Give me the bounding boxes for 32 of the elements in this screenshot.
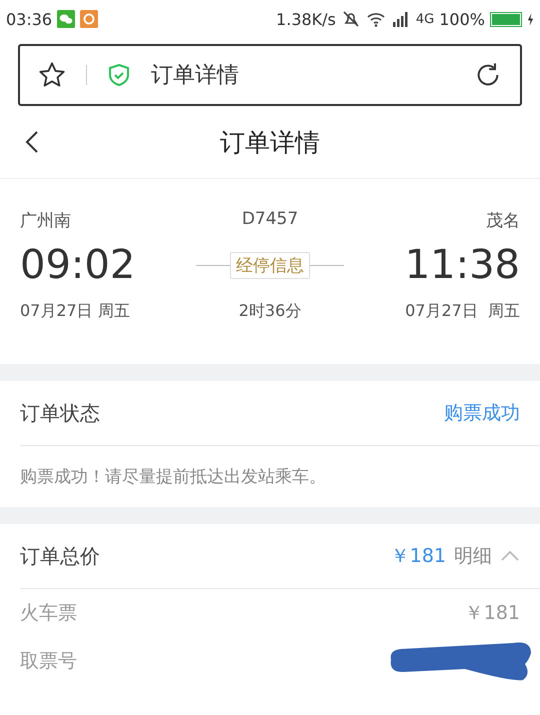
departure-station: 广州南 [20, 210, 71, 233]
network-speed: 1.38K/s [276, 10, 336, 28]
status-message: 购票成功！请尽量提前抵达出发站乘车。 [19, 466, 327, 489]
page-title: 订单详情 [151, 62, 239, 90]
battery-percent: 100% [439, 10, 485, 28]
network-type: 4G [416, 12, 434, 26]
train-number: D7457 [242, 209, 298, 231]
mute-bell-icon [340, 9, 361, 29]
stops-info-button[interactable]: 经停信息 [230, 252, 310, 278]
address-bar[interactable]: 订单详情 [18, 44, 522, 106]
line-item-label: 取票号 [20, 649, 77, 674]
order-status-value: 购票成功 [444, 401, 520, 426]
line-item-value: ￥181 [464, 601, 520, 626]
status-time: 03:36 [6, 10, 52, 28]
order-status-label: 订单状态 [20, 400, 100, 426]
chat-app-icon [57, 10, 76, 28]
order-total-amount: ￥181 [390, 544, 446, 569]
arrival-time: 11:38 [404, 241, 520, 290]
details-toggle[interactable]: 明细 [454, 543, 492, 569]
battery-icon [490, 12, 522, 26]
departure-date: 07月27日 周五 [20, 301, 130, 322]
back-icon[interactable] [25, 130, 39, 154]
app-notification-icon [80, 10, 98, 28]
header-title: 订单详情 [220, 126, 320, 158]
line-item-label: 火车票 [20, 601, 77, 626]
order-total-label: 订单总价 [20, 542, 100, 570]
trip-duration: 2时36分 [238, 301, 302, 322]
star-icon[interactable] [38, 61, 66, 89]
arrival-station: 茂名 [486, 210, 520, 233]
charging-bolt-icon [527, 12, 534, 26]
arrival-date: 07月27日 周五 [405, 301, 520, 322]
departure-time: 09:02 [20, 241, 136, 290]
